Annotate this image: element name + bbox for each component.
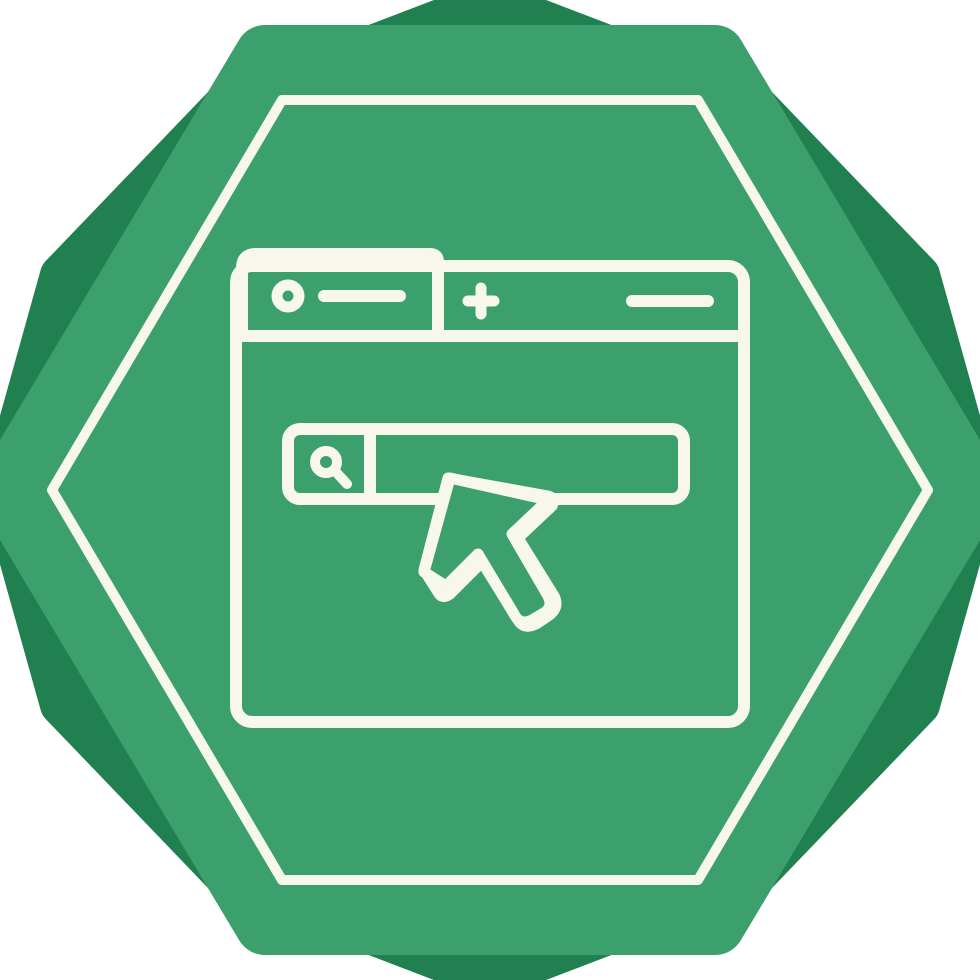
browser-search-click-icon	[0, 0, 980, 980]
icon-stage	[0, 0, 980, 980]
